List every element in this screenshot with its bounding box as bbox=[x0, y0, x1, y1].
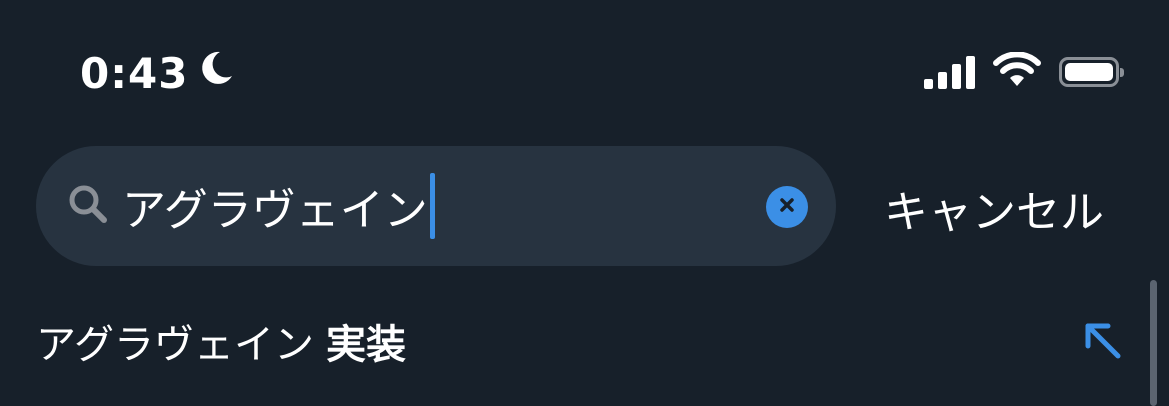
scrollbar[interactable] bbox=[1150, 280, 1157, 406]
battery-cap bbox=[1120, 68, 1124, 77]
clear-button[interactable] bbox=[766, 186, 808, 228]
wifi-icon bbox=[993, 51, 1041, 92]
status-time: 0:43 bbox=[80, 48, 236, 98]
search-query: アグラヴェイン bbox=[122, 185, 428, 236]
moon-icon bbox=[196, 48, 236, 98]
search-field[interactable]: アグラヴェイン bbox=[36, 146, 836, 266]
clear-icon bbox=[778, 196, 796, 218]
status-icons bbox=[924, 51, 1124, 92]
suggestion-base-text: アグラヴェイン bbox=[36, 322, 314, 368]
battery-icon bbox=[1059, 57, 1124, 87]
suggestion-completion-text: 実装 bbox=[326, 322, 406, 368]
suggestion-row[interactable]: アグラヴェイン 実装 bbox=[36, 306, 1126, 376]
fill-arrow-icon[interactable] bbox=[1080, 318, 1126, 368]
search-icon bbox=[66, 182, 110, 230]
cancel-button[interactable]: キャンセル bbox=[884, 176, 1104, 240]
battery-level bbox=[1065, 63, 1113, 81]
cellular-signal-icon bbox=[924, 55, 975, 89]
search-screen: 0:43 アグラヴェイン キャンセル アグラヴェイン 実装 bbox=[0, 0, 1169, 406]
status-time-label: 0:43 bbox=[80, 48, 189, 98]
search-input[interactable]: アグラヴェイン bbox=[122, 173, 435, 239]
text-caret bbox=[429, 173, 435, 239]
